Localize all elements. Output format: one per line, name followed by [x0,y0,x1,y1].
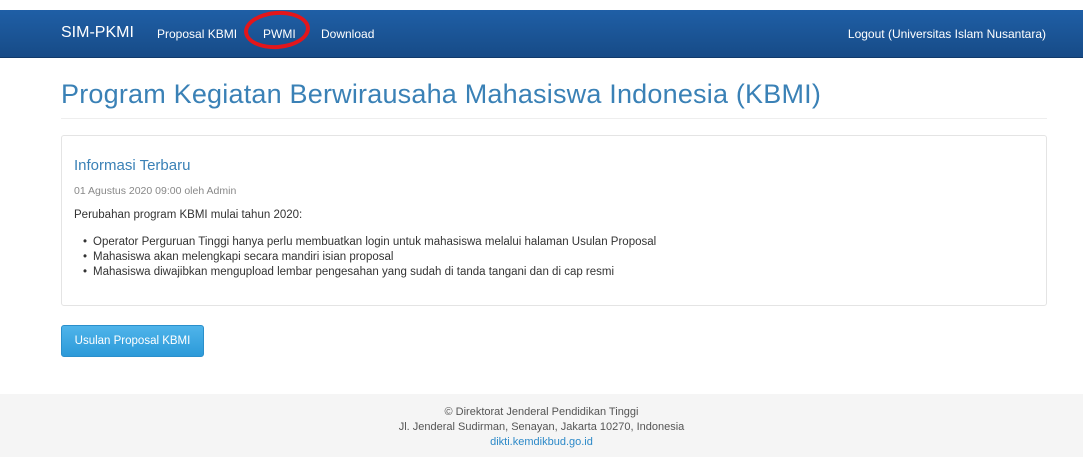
title-divider [61,118,1047,119]
page-title: Program Kegiatan Berwirausaha Mahasiswa … [61,79,822,109]
panel-intro: Perubahan program KBMI mulai tahun 2020: [74,209,303,221]
footer: © Direktorat Jenderal Pendidikan Tinggi … [0,394,1083,457]
footer-copyright: © Direktorat Jenderal Pendidikan Tinggi [444,406,639,418]
list-item: Mahasiswa diwajibkan mengupload lembar p… [83,265,656,280]
usulan-proposal-button[interactable]: Usulan Proposal KBMI [61,325,204,357]
list-item: Mahasiswa akan melengkapi secara mandiri… [83,250,656,265]
info-panel: Informasi Terbaru 01 Agustus 2020 09:00 … [61,135,1047,306]
footer-link[interactable]: dikti.kemdikbud.go.id [490,436,593,448]
logout-link[interactable]: Logout (Universitas Islam Nusantara) [848,27,1046,41]
brand-link[interactable]: SIM-PKMI [61,24,134,42]
list-item: Operator Perguruan Tinggi hanya perlu me… [83,235,656,250]
post-meta: 01 Agustus 2020 09:00 oleh Admin [74,185,237,197]
top-navbar: SIM-PKMI Proposal KBMI PWMI Download Log… [0,8,1083,58]
panel-heading: Informasi Terbaru [74,157,191,174]
red-highlight-circle [242,8,312,52]
nav-download[interactable]: Download [321,27,374,41]
nav-proposal-kbmi[interactable]: Proposal KBMI [157,27,237,41]
info-list: Operator Perguruan Tinggi hanya perlu me… [83,235,656,280]
footer-address: Jl. Jenderal Sudirman, Senayan, Jakarta … [398,421,685,433]
